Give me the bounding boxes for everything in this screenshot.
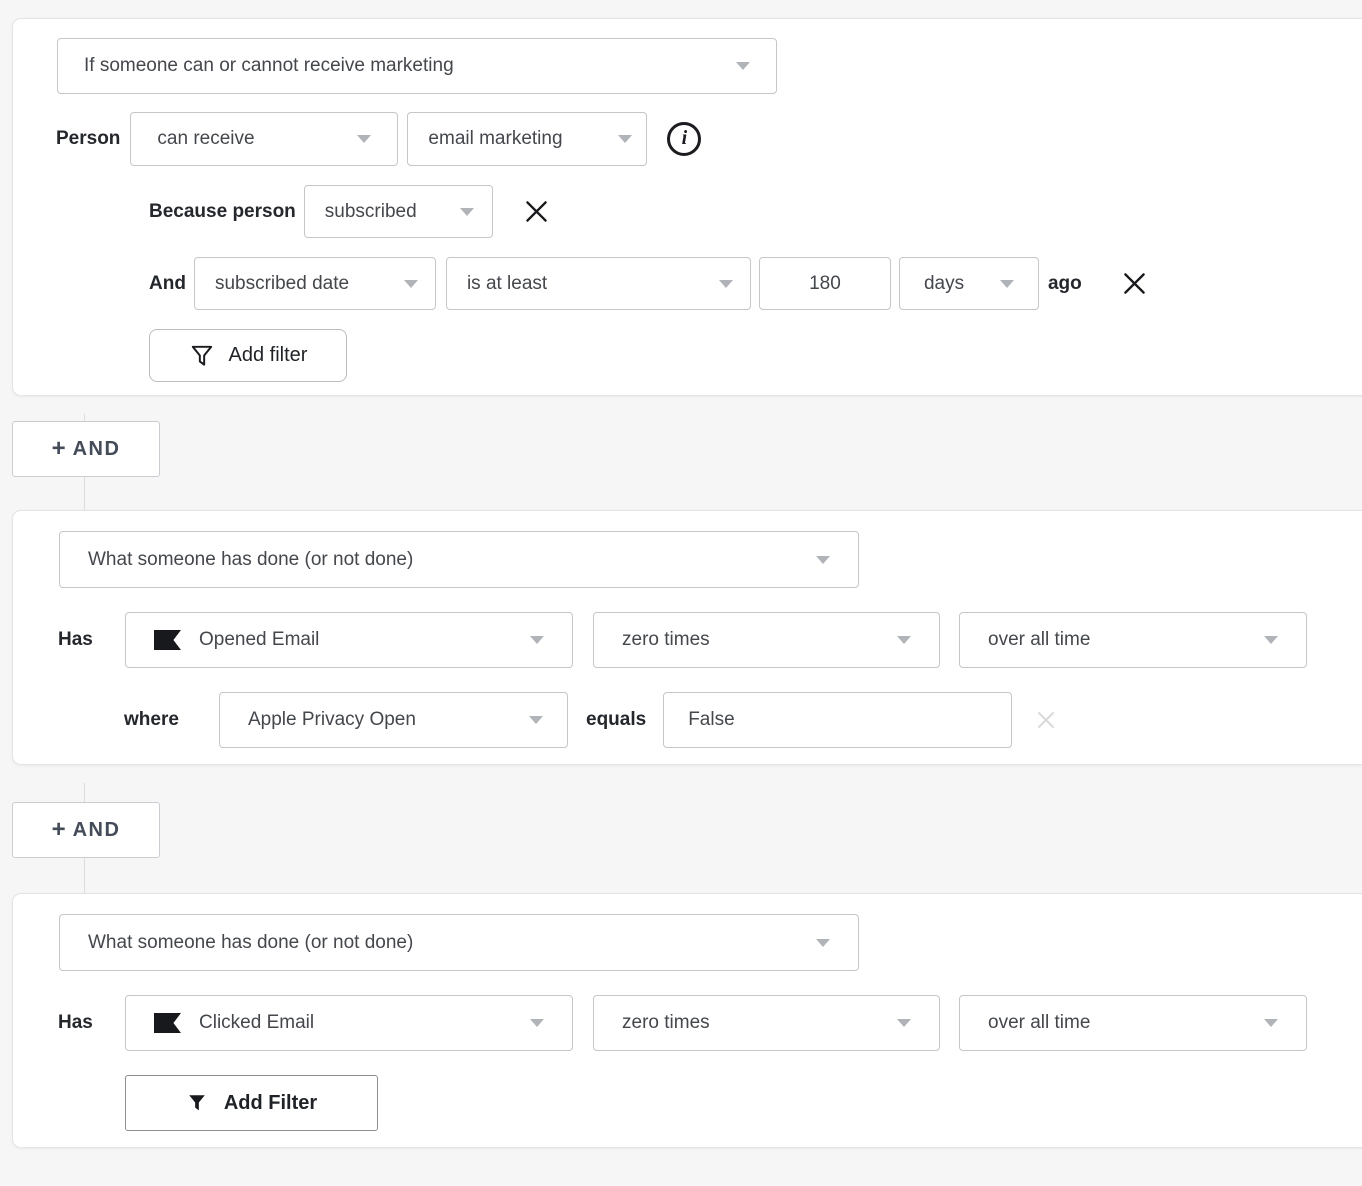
plus-icon: + <box>52 818 66 842</box>
chevron-down-icon <box>816 556 830 564</box>
frequency-dropdown[interactable]: zero times <box>593 612 940 668</box>
chevron-down-icon <box>530 1019 544 1027</box>
date-field-dropdown[interactable]: subscribed date <box>194 257 436 310</box>
operator-value: is at least <box>467 273 547 295</box>
event-value: Clicked Email <box>199 1012 530 1034</box>
channel-dropdown[interactable]: email marketing <box>407 112 647 166</box>
property-value-input[interactable] <box>663 692 1012 748</box>
funnel-filled-icon <box>186 1092 208 1114</box>
timeframe-value: over all time <box>988 1012 1090 1034</box>
has-row: Has Opened Email zero times over all tim… <box>58 612 1362 668</box>
add-filter-row: Add Filter <box>125 1075 1362 1131</box>
and-button[interactable]: + AND <box>12 802 160 858</box>
property-value: Apple Privacy Open <box>248 709 416 731</box>
chevron-down-icon <box>357 135 371 143</box>
person-row: Person can receive email marketing i <box>56 112 1362 166</box>
add-filter-row: Add filter <box>149 329 1362 382</box>
because-person-label: Because person <box>149 201 296 223</box>
add-filter-label: Add filter <box>229 344 308 367</box>
person-label: Person <box>56 128 120 150</box>
reason-value: subscribed <box>325 201 417 223</box>
condition-type-value: If someone can or cannot receive marketi… <box>84 55 454 77</box>
add-filter-button[interactable]: Add Filter <box>125 1075 378 1131</box>
has-row: Has Clicked Email zero times over all ti… <box>58 995 1362 1051</box>
event-dropdown[interactable]: Opened Email <box>125 612 573 668</box>
unit-dropdown[interactable]: days <box>899 257 1039 310</box>
ago-label: ago <box>1048 273 1082 295</box>
where-row: where Apple Privacy Open equals <box>124 692 1362 748</box>
timeframe-dropdown[interactable]: over all time <box>959 612 1307 668</box>
and-filter-row: And subscribed date is at least days ago <box>149 257 1362 310</box>
has-label: Has <box>58 1012 125 1034</box>
frequency-dropdown[interactable]: zero times <box>593 995 940 1051</box>
channel-value: email marketing <box>428 128 562 150</box>
property-dropdown[interactable]: Apple Privacy Open <box>219 692 568 748</box>
where-label: where <box>124 709 219 731</box>
add-filter-label: Add Filter <box>224 1092 317 1115</box>
and-button-label: AND <box>73 819 121 842</box>
chevron-down-icon <box>719 280 733 288</box>
timeframe-value: over all time <box>988 629 1090 651</box>
event-value: Opened Email <box>199 629 530 651</box>
condition-type-dropdown[interactable]: What someone has done (or not done) <box>59 531 859 588</box>
condition-card-marketing: If someone can or cannot receive marketi… <box>12 18 1362 396</box>
info-icon[interactable]: i <box>667 122 701 156</box>
equals-label: equals <box>586 709 646 731</box>
remove-filter-icon[interactable] <box>522 197 551 226</box>
has-label: Has <box>58 629 125 651</box>
chevron-down-icon <box>529 716 543 724</box>
and-button[interactable]: + AND <box>12 421 160 477</box>
chevron-down-icon <box>897 636 911 644</box>
timeframe-dropdown[interactable]: over all time <box>959 995 1307 1051</box>
chevron-down-icon <box>460 208 474 216</box>
funnel-outline-icon <box>189 343 215 369</box>
remove-filter-icon-disabled[interactable] <box>1034 708 1058 732</box>
and-label: And <box>149 273 186 295</box>
chevron-down-icon <box>1000 280 1014 288</box>
event-dropdown[interactable]: Clicked Email <box>125 995 573 1051</box>
condition-card-clicked-email: What someone has done (or not done) Has … <box>12 893 1362 1148</box>
condition-card-opened-email: What someone has done (or not done) Has … <box>12 510 1362 765</box>
condition-type-value: What someone has done (or not done) <box>88 932 413 954</box>
and-button-label: AND <box>73 438 121 461</box>
klaviyo-flag-icon <box>154 630 181 650</box>
chevron-down-icon <box>1264 636 1278 644</box>
condition-type-dropdown[interactable]: What someone has done (or not done) <box>59 914 859 971</box>
amount-input[interactable] <box>759 257 891 310</box>
chevron-down-icon <box>1264 1019 1278 1027</box>
add-filter-button[interactable]: Add filter <box>149 329 347 382</box>
chevron-down-icon <box>816 939 830 947</box>
because-row: Because person subscribed <box>149 185 1362 238</box>
segment-builder: If someone can or cannot receive marketi… <box>0 18 1362 1186</box>
unit-value: days <box>924 273 964 295</box>
frequency-value: zero times <box>622 1012 710 1034</box>
condition-type-value: What someone has done (or not done) <box>88 549 413 571</box>
operator-dropdown[interactable]: is at least <box>446 257 751 310</box>
date-field-value: subscribed date <box>215 273 349 295</box>
plus-icon: + <box>52 437 66 461</box>
can-receive-dropdown[interactable]: can receive <box>130 112 398 166</box>
chevron-down-icon <box>404 280 418 288</box>
can-receive-value: can receive <box>157 128 254 150</box>
chevron-down-icon <box>897 1019 911 1027</box>
chevron-down-icon <box>736 62 750 70</box>
remove-filter-icon[interactable] <box>1120 269 1149 298</box>
reason-dropdown[interactable]: subscribed <box>304 185 493 238</box>
chevron-down-icon <box>618 135 632 143</box>
chevron-down-icon <box>530 636 544 644</box>
frequency-value: zero times <box>622 629 710 651</box>
klaviyo-flag-icon <box>154 1013 181 1033</box>
condition-type-dropdown[interactable]: If someone can or cannot receive marketi… <box>57 38 777 94</box>
